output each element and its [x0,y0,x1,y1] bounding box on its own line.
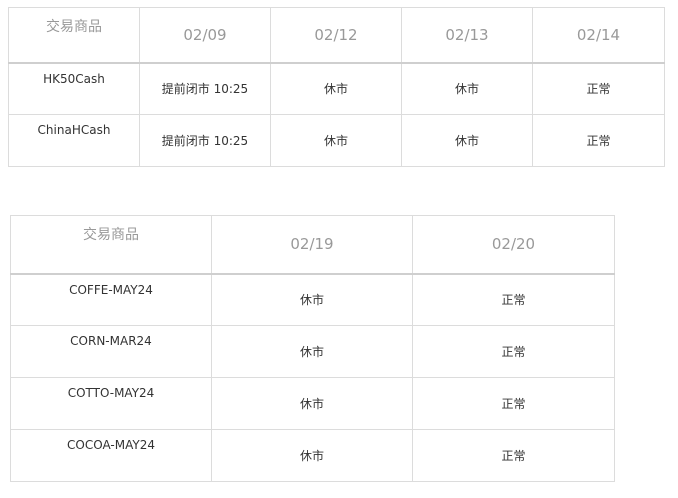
table-row: COCOA-MAY24 休市 正常 [10,429,615,482]
column-header-product: 交易商品 [8,7,140,63]
status-cell: 休市 [211,325,413,378]
status-cell: 正常 [412,377,615,430]
table-row: CORN-MAR24 休市 正常 [10,325,615,378]
status-cell: 正常 [412,429,615,482]
table-header-row: 交易商品 02/19 02/20 [10,215,615,274]
table-row: COFFE-MAY24 休市 正常 [10,273,615,326]
column-header-date: 02/20 [412,215,615,274]
status-cell: 正常 [532,62,665,115]
product-name-cell: HK50Cash [8,62,140,115]
column-header-date: 02/13 [401,7,533,63]
product-name-cell: COFFE-MAY24 [10,273,212,326]
product-name-cell: COCOA-MAY24 [10,429,212,482]
trading-schedule-table-2: 交易商品 02/19 02/20 COFFE-MAY24 休市 正常 CORN-… [10,215,615,482]
table-header-row: 交易商品 02/09 02/12 02/13 02/14 [8,7,665,63]
status-cell: 正常 [532,114,665,167]
product-name-cell: COTTO-MAY24 [10,377,212,430]
product-name-cell: CORN-MAR24 [10,325,212,378]
status-cell: 休市 [270,114,402,167]
table-row: ChinaHCash 提前闭市 10:25 休市 休市 正常 [8,114,665,167]
status-cell: 正常 [412,325,615,378]
trading-schedule-table-1: 交易商品 02/09 02/12 02/13 02/14 HK50Cash 提前… [8,7,665,167]
status-cell: 休市 [211,273,413,326]
status-cell: 正常 [412,273,615,326]
product-name-cell: ChinaHCash [8,114,140,167]
status-cell: 休市 [211,377,413,430]
status-cell: 休市 [401,114,533,167]
status-cell: 休市 [401,62,533,115]
column-header-date: 02/14 [532,7,665,63]
column-header-date: 02/12 [270,7,402,63]
column-header-date: 02/09 [139,7,271,63]
status-cell: 休市 [270,62,402,115]
column-header-date: 02/19 [211,215,413,274]
status-cell: 提前闭市 10:25 [139,114,271,167]
table-row: HK50Cash 提前闭市 10:25 休市 休市 正常 [8,62,665,115]
status-cell: 休市 [211,429,413,482]
table-row: COTTO-MAY24 休市 正常 [10,377,615,430]
status-cell: 提前闭市 10:25 [139,62,271,115]
column-header-product: 交易商品 [10,215,212,274]
